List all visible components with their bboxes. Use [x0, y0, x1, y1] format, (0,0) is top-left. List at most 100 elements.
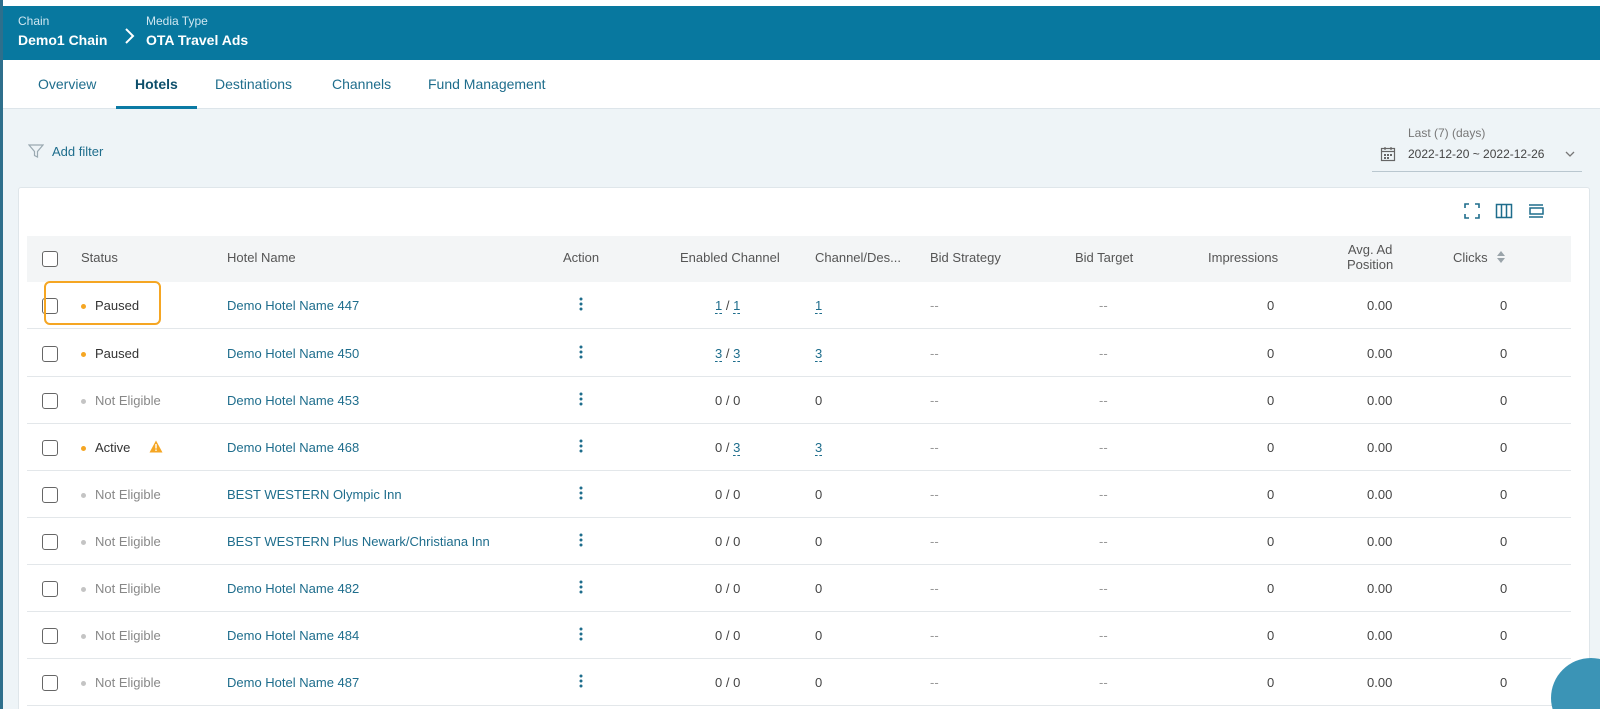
header-hotel-name[interactable]: Hotel Name	[227, 250, 296, 265]
bid-strategy-cell: --	[930, 440, 939, 455]
more-actions-icon[interactable]	[578, 344, 584, 360]
table-row[interactable]: Paused Demo Hotel Name 450 3 / 3 3 -- --…	[27, 330, 1571, 377]
hotel-name-link[interactable]: BEST WESTERN Olympic Inn	[227, 487, 402, 502]
channel-des-cell: 0	[815, 581, 822, 596]
hotel-name-link[interactable]: Demo Hotel Name 453	[227, 393, 359, 408]
header-avg-ad-position[interactable]: Avg. Ad Position	[1347, 242, 1393, 272]
clicks-cell: 0	[1500, 298, 1508, 313]
status-dot	[81, 540, 86, 545]
table-row[interactable]: Paused Demo Hotel Name 447 1 / 1 1 -- --…	[27, 282, 1571, 329]
row-checkbox[interactable]	[42, 440, 58, 456]
channel-des-cell: 1	[815, 298, 823, 314]
clicks-cell: 0	[1500, 534, 1508, 549]
header-clicks[interactable]: Clicks	[1453, 250, 1506, 265]
avg-position-cell: 0.00	[1367, 440, 1393, 455]
enabled-channel-total[interactable]: 3	[733, 346, 741, 362]
enabled-channel-total[interactable]: 3	[733, 440, 741, 456]
sort-icon[interactable]	[1496, 250, 1506, 264]
warning-icon[interactable]	[149, 440, 163, 453]
bid-strategy-cell: --	[930, 346, 939, 361]
row-checkbox[interactable]	[42, 298, 58, 314]
more-actions-icon[interactable]	[578, 579, 584, 595]
more-actions-icon[interactable]	[578, 485, 584, 501]
more-actions-icon[interactable]	[578, 296, 584, 312]
hotel-name-link[interactable]: Demo Hotel Name 447	[227, 298, 359, 313]
bid-target-cell: --	[1099, 346, 1108, 361]
add-filter-button[interactable]: Add filter	[28, 141, 103, 161]
fullscreen-icon[interactable]	[1463, 202, 1481, 220]
more-actions-icon[interactable]	[578, 391, 584, 407]
more-actions-icon[interactable]	[578, 438, 584, 454]
hotel-name-link[interactable]: Demo Hotel Name 482	[227, 581, 359, 596]
impressions-cell: 0	[1267, 298, 1275, 313]
date-range-picker[interactable]: Last (7) (days) 2022-12-20 ~ 2022-12-26	[1372, 124, 1582, 172]
table-row[interactable]: Not Eligible Demo Hotel Name 484 0 / 0 0…	[27, 612, 1571, 659]
channel-des-value[interactable]: 3	[815, 440, 823, 456]
channel-des-value[interactable]: 3	[815, 346, 823, 362]
row-checkbox[interactable]	[42, 487, 58, 503]
header-enabled-channel[interactable]: Enabled Channel	[680, 250, 780, 265]
header-bid-strategy[interactable]: Bid Strategy	[930, 250, 1001, 265]
channel-des-value: 0	[815, 393, 823, 408]
header-impressions[interactable]: Impressions	[1208, 250, 1278, 265]
tab-hotels[interactable]: Hotels	[116, 60, 197, 109]
header-bid-target[interactable]: Bid Target	[1075, 250, 1133, 265]
enabled-channel-cell: 0 / 0	[715, 393, 741, 408]
status-text: Active	[95, 440, 131, 455]
tab-overview[interactable]: Overview	[19, 60, 115, 109]
hotel-name-link[interactable]: Demo Hotel Name 450	[227, 346, 359, 361]
more-actions-icon[interactable]	[578, 626, 584, 642]
row-checkbox[interactable]	[42, 393, 58, 409]
row-checkbox[interactable]	[42, 581, 58, 597]
channel-des-value[interactable]: 1	[815, 298, 823, 314]
more-actions-icon[interactable]	[578, 532, 584, 548]
impressions-cell: 0	[1267, 487, 1275, 502]
tab-channels[interactable]: Channels	[313, 60, 410, 109]
avg-position-cell: 0.00	[1367, 534, 1393, 549]
table-row[interactable]: Not Eligible BEST WESTERN Plus Newark/Ch…	[27, 518, 1571, 565]
enabled-channel-count[interactable]: 3	[715, 346, 723, 362]
bid-strategy-cell: --	[930, 628, 939, 643]
hotel-name-link[interactable]: Demo Hotel Name 484	[227, 628, 359, 643]
status-text: Paused	[95, 346, 140, 361]
row-checkbox[interactable]	[42, 675, 58, 691]
header-channel-des[interactable]: Channel/Des...	[815, 250, 901, 265]
enabled-channel-count: 0	[715, 393, 723, 408]
channel-des-cell: 0	[815, 393, 822, 408]
clicks-cell: 0	[1500, 487, 1508, 502]
row-checkbox[interactable]	[42, 346, 58, 362]
more-actions-icon[interactable]	[578, 673, 584, 689]
columns-icon[interactable]	[1495, 202, 1513, 220]
header-status[interactable]: Status	[81, 250, 118, 265]
avg-position-cell: 0.00	[1367, 581, 1393, 596]
hotel-name-link[interactable]: BEST WESTERN Plus Newark/Christiana Inn	[227, 534, 490, 549]
status-text: Not Eligible	[95, 581, 161, 596]
tab-fund-management[interactable]: Fund Management	[409, 60, 565, 109]
select-all-checkbox[interactable]	[42, 251, 58, 267]
clicks-cell: 0	[1500, 440, 1508, 455]
hotel-name-link[interactable]: Demo Hotel Name 468	[227, 440, 359, 455]
hotel-name-link[interactable]: Demo Hotel Name 487	[227, 675, 359, 690]
chevron-down-icon	[1565, 151, 1575, 157]
table-row[interactable]: Not Eligible BEST WESTERN Olympic Inn 0 …	[27, 471, 1571, 518]
date-range-value: 2022-12-20 ~ 2022-12-26	[1408, 147, 1545, 161]
status-dot	[81, 352, 86, 357]
table-row[interactable]: Active Demo Hotel Name 468 0 / 3 3 -- --…	[27, 424, 1571, 471]
tab-destinations[interactable]: Destinations	[196, 60, 311, 109]
enabled-channel-count[interactable]: 1	[715, 298, 723, 314]
table-row[interactable]: Not Eligible Demo Hotel Name 487 0 / 0 0…	[27, 659, 1571, 706]
clicks-cell: 0	[1500, 675, 1508, 690]
breadcrumb-chain[interactable]: Chain Demo1 Chain	[18, 14, 107, 48]
channel-des-cell: 0	[815, 628, 822, 643]
breadcrumb-media-type[interactable]: Media Type OTA Travel Ads	[146, 14, 248, 48]
bid-strategy-cell: --	[930, 675, 939, 690]
avg-position-cell: 0.00	[1367, 346, 1393, 361]
row-density-icon[interactable]	[1527, 202, 1545, 220]
table-row[interactable]: Not Eligible Demo Hotel Name 482 0 / 0 0…	[27, 565, 1571, 612]
enabled-channel-cell: 0 / 0	[715, 487, 741, 502]
impressions-cell: 0	[1267, 581, 1275, 596]
row-checkbox[interactable]	[42, 534, 58, 550]
row-checkbox[interactable]	[42, 628, 58, 644]
enabled-channel-total[interactable]: 1	[733, 298, 741, 314]
table-row[interactable]: Not Eligible Demo Hotel Name 453 0 / 0 0…	[27, 377, 1571, 424]
